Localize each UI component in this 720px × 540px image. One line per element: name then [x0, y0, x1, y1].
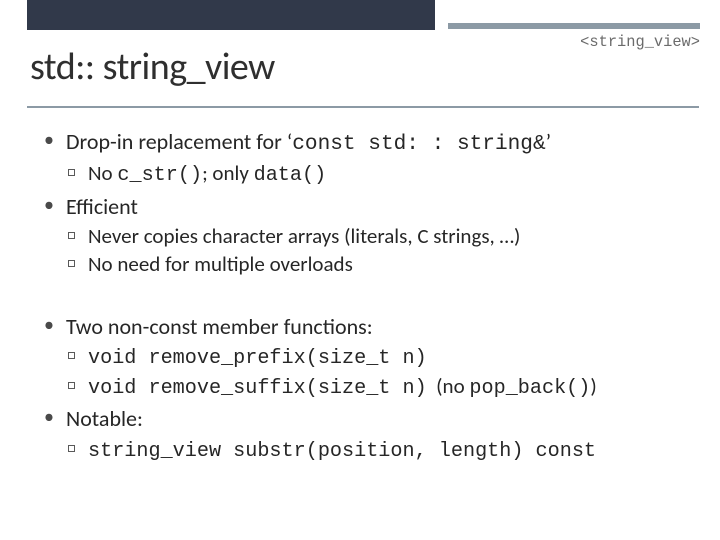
code: c_str() — [117, 164, 202, 187]
code: string_view substr(position, length) con… — [88, 440, 596, 463]
title-part-b: : — [85, 44, 95, 90]
text: No — [88, 160, 117, 186]
bullet-efficient: Efficient — [44, 193, 696, 221]
bullet-drop-in: Drop-in replacement for ‘const std: : st… — [44, 128, 696, 158]
text: Two non-const member functions: — [66, 313, 373, 340]
code: pop_back() — [469, 377, 590, 400]
text: Drop-in replacement for ‘ — [66, 128, 292, 155]
title-underline — [27, 106, 699, 108]
spacer — [44, 279, 696, 309]
title-part-a: std: — [30, 44, 85, 90]
text: ) — [590, 373, 596, 399]
code: void remove_prefix(size_t n) — [88, 347, 427, 370]
subbullet-no-cstr: No c_str(); only data() — [66, 160, 696, 189]
text: Notable: — [66, 405, 143, 432]
bullet-notable: Notable: — [44, 405, 696, 433]
subbullet-substr: string_view substr(position, length) con… — [66, 436, 696, 465]
text: No need for multiple overloads — [88, 251, 353, 277]
text: (no — [427, 373, 470, 399]
subbullet-never-copies: Never copies character arrays (literals,… — [66, 223, 696, 250]
subbullet-remove-suffix: void remove_suffix(size_t n) (no pop_bac… — [66, 373, 696, 402]
top-accent-bar — [27, 0, 435, 30]
code: void remove_suffix(size_t n) — [88, 377, 427, 400]
header-include-tag: <string_view> — [580, 33, 700, 51]
bullet-two-nonconst: Two non-const member functions: — [44, 313, 696, 341]
text: ’ — [546, 128, 552, 155]
text: ; only — [202, 160, 254, 186]
title-part-c: string_view — [103, 44, 275, 90]
top-accent-bar-right — [448, 23, 700, 29]
text: Efficient — [66, 193, 138, 220]
slide-body: Drop-in replacement for ‘const std: : st… — [44, 124, 696, 465]
text: Never copies character arrays (literals,… — [88, 223, 520, 249]
slide-title: std:: string_view — [30, 44, 275, 90]
subbullet-remove-prefix: void remove_prefix(size_t n) — [66, 343, 696, 372]
code: data() — [254, 164, 327, 187]
slide: <string_view> std:: string_view Drop-in … — [0, 0, 720, 540]
subbullet-no-overloads: No need for multiple overloads — [66, 251, 696, 278]
code: const std: : string& — [292, 132, 545, 156]
